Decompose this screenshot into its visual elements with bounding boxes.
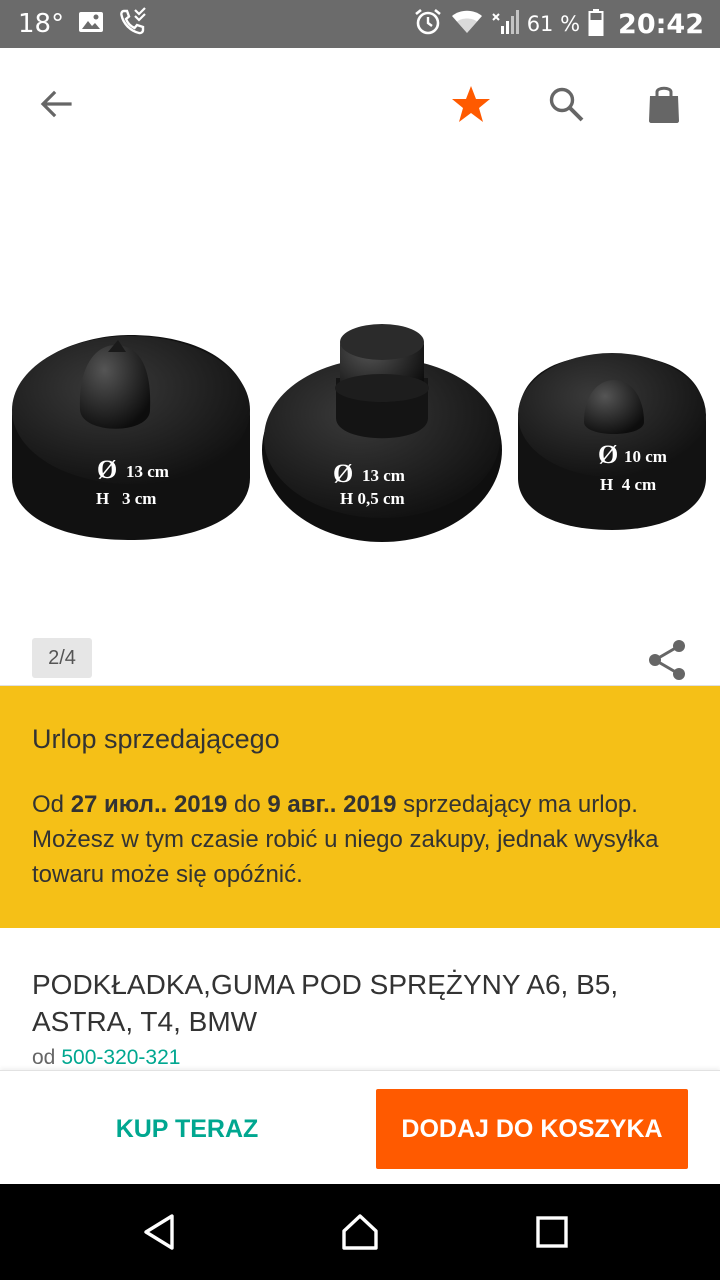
diameter-symbol: Ø (97, 455, 117, 484)
share-icon (649, 640, 685, 680)
nav-home-button[interactable] (332, 1204, 388, 1260)
photo-label-diameter: 10 cm (624, 447, 667, 466)
status-bar: 18° 61 % 20:42 (0, 0, 720, 48)
photo-label-height: H 3 cm (96, 489, 156, 508)
add-to-cart-button[interactable]: DODAJ DO KOSZYKA (376, 1089, 688, 1169)
back-button[interactable] (28, 76, 84, 132)
product-info: PODKŁADKA,GUMA POD SPRĘŻYNY A6, B5, ASTR… (0, 928, 720, 1070)
diameter-symbol: Ø (333, 459, 353, 488)
vacation-text-prefix: Od (32, 791, 71, 818)
product-image-gallery[interactable]: Ø 13 cm H 3 cm Ø 13 cm H 0,5 cm Ø 10 cm … (0, 160, 720, 685)
temperature: 18° (18, 9, 65, 39)
seller-vacation-banner: Urlop sprzedającego Od 27 июл.. 2019 do … (0, 685, 720, 928)
nav-back-icon (144, 1214, 174, 1250)
system-navigation-bar (0, 1184, 720, 1280)
missed-call-icon (118, 6, 148, 42)
shopping-bag-icon (649, 86, 679, 123)
nav-home-icon (342, 1214, 378, 1250)
vacation-text-mid: do (227, 791, 268, 818)
favorite-button[interactable] (443, 76, 499, 132)
diameter-symbol: Ø (598, 440, 618, 469)
nav-recent-button[interactable] (524, 1204, 580, 1260)
alarm-icon (413, 7, 443, 42)
search-button[interactable] (538, 76, 594, 132)
vacation-title: Urlop sprzedającego (32, 724, 280, 754)
seller-link[interactable]: 500-320-321 (61, 1046, 180, 1069)
photo-label-diameter: 13 cm (362, 466, 405, 485)
product-photo: Ø 13 cm H 3 cm Ø 13 cm H 0,5 cm Ø 10 cm … (12, 324, 706, 542)
arrow-back-icon (40, 90, 72, 118)
battery-percent: 61 % (526, 12, 581, 36)
seller-prefix: od (32, 1046, 56, 1069)
signal-icon (491, 8, 519, 41)
cart-button[interactable] (636, 76, 692, 132)
vacation-message: Od 27 июл.. 2019 do 9 авг.. 2019 sprzeda… (32, 787, 688, 892)
rubber-pad-left (12, 335, 250, 540)
purchase-actions: KUP TERAZ DODAJ DO KOSZYKA (0, 1070, 720, 1184)
buy-now-button[interactable]: KUP TERAZ (52, 1089, 322, 1169)
seller-line: od 500-320-321 (32, 1046, 688, 1070)
share-button[interactable] (646, 638, 698, 690)
image-notification-icon (78, 10, 104, 39)
app-toolbar (0, 48, 720, 160)
photo-label-height: H 0,5 cm (340, 489, 405, 508)
image-page-counter: 2/4 (32, 638, 92, 678)
nav-back-button[interactable] (132, 1204, 188, 1260)
vacation-date-to: 9 авг.. 2019 (267, 791, 397, 818)
rubber-pad-middle (262, 324, 502, 542)
photo-label-diameter: 13 cm (126, 462, 169, 481)
vacation-date-from: 27 июл.. 2019 (70, 791, 228, 818)
photo-label-height: H 4 cm (600, 475, 656, 494)
clock: 20:42 (618, 8, 704, 40)
battery-icon (588, 8, 604, 41)
search-icon (549, 87, 584, 122)
nav-recent-icon (536, 1216, 568, 1248)
star-icon (452, 86, 490, 122)
wifi-icon (451, 9, 483, 40)
product-title: PODKŁADKA,GUMA POD SPRĘŻYNY A6, B5, ASTR… (32, 969, 619, 1037)
